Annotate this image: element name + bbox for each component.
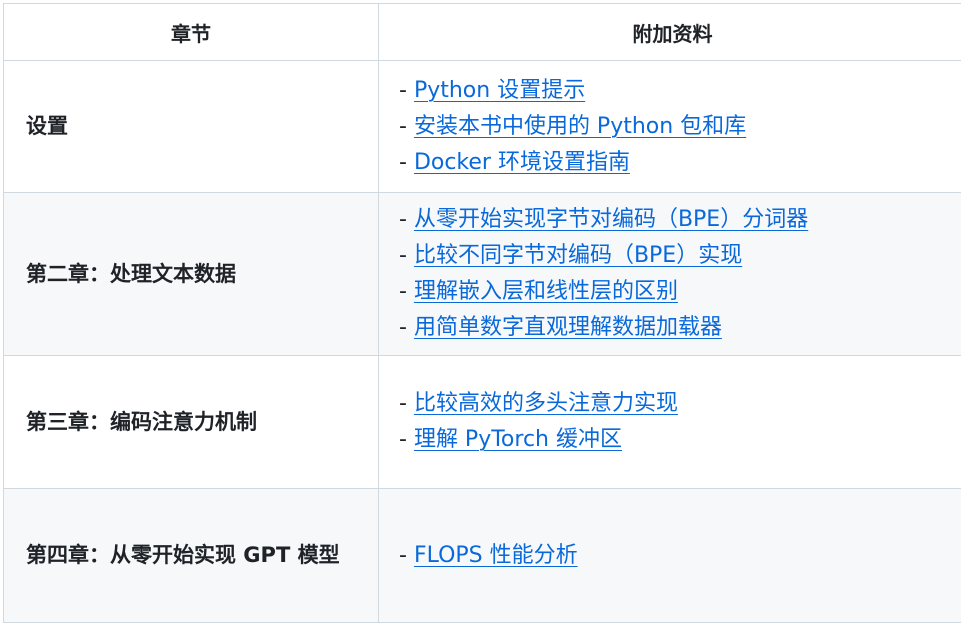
table-row: 第二章：处理文本数据 - 从零开始实现字节对编码（BPE）分词器 - 比较不同字… xyxy=(4,193,961,356)
bullet-dash: - xyxy=(399,279,414,304)
chapter-cell: 第二章：处理文本数据 xyxy=(4,193,379,356)
bullet-dash: - xyxy=(399,243,414,268)
resource-link[interactable]: 安装本书中使用的 Python 包和库 xyxy=(414,114,746,139)
resource-link[interactable]: Docker 环境设置指南 xyxy=(414,150,630,175)
bullet-dash: - xyxy=(399,391,414,416)
bullet-dash: - xyxy=(399,315,414,340)
links-cell: - FLOPS 性能分析 xyxy=(379,489,961,623)
list-item: - FLOPS 性能分析 xyxy=(399,538,946,574)
resources-table: 章节 附加资料 设置 - Python 设置提示 - 安装本书中使用的 Pyth… xyxy=(3,3,961,623)
list-item: - 理解 PyTorch 缓冲区 xyxy=(399,422,946,458)
list-item: - 用简单数字直观理解数据加载器 xyxy=(399,310,946,346)
list-item: - 从零开始实现字节对编码（BPE）分词器 xyxy=(399,202,946,238)
list-item: - Docker 环境设置指南 xyxy=(399,145,946,181)
resource-link[interactable]: FLOPS 性能分析 xyxy=(414,543,578,568)
resource-link[interactable]: 从零开始实现字节对编码（BPE）分词器 xyxy=(414,207,808,232)
table-row: 第四章：从零开始实现 GPT 模型 - FLOPS 性能分析 xyxy=(4,489,961,623)
bullet-dash: - xyxy=(399,114,414,139)
resource-link[interactable]: 理解嵌入层和线性层的区别 xyxy=(414,279,678,304)
resource-link[interactable]: 用简单数字直观理解数据加载器 xyxy=(414,315,722,340)
bullet-dash: - xyxy=(399,207,414,232)
links-cell: - 比较高效的多头注意力实现 - 理解 PyTorch 缓冲区 xyxy=(379,356,961,489)
list-item: - 理解嵌入层和线性层的区别 xyxy=(399,274,946,310)
resource-link[interactable]: 理解 PyTorch 缓冲区 xyxy=(414,427,622,452)
resource-link[interactable]: 比较不同字节对编码（BPE）实现 xyxy=(414,243,742,268)
table-row: 第三章：编码注意力机制 - 比较高效的多头注意力实现 - 理解 PyTorch … xyxy=(4,356,961,489)
bullet-dash: - xyxy=(399,150,414,175)
links-cell: - Python 设置提示 - 安装本书中使用的 Python 包和库 - Do… xyxy=(379,61,961,193)
list-item: - 比较不同字节对编码（BPE）实现 xyxy=(399,238,946,274)
table-row: 设置 - Python 设置提示 - 安装本书中使用的 Python 包和库 -… xyxy=(4,61,961,193)
resource-link[interactable]: Python 设置提示 xyxy=(414,78,585,103)
chapter-cell: 设置 xyxy=(4,61,379,193)
list-item: - 安装本书中使用的 Python 包和库 xyxy=(399,109,946,145)
chapter-cell: 第三章：编码注意力机制 xyxy=(4,356,379,489)
resource-link[interactable]: 比较高效的多头注意力实现 xyxy=(414,391,678,416)
header-chapter: 章节 xyxy=(4,4,379,61)
list-item: - 比较高效的多头注意力实现 xyxy=(399,386,946,422)
chapter-cell: 第四章：从零开始实现 GPT 模型 xyxy=(4,489,379,623)
bullet-dash: - xyxy=(399,78,414,103)
links-cell: - 从零开始实现字节对编码（BPE）分词器 - 比较不同字节对编码（BPE）实现… xyxy=(379,193,961,356)
bullet-dash: - xyxy=(399,427,414,452)
table-header-row: 章节 附加资料 xyxy=(4,4,961,61)
list-item: - Python 设置提示 xyxy=(399,73,946,109)
header-resources: 附加资料 xyxy=(379,4,961,61)
bullet-dash: - xyxy=(399,543,414,568)
